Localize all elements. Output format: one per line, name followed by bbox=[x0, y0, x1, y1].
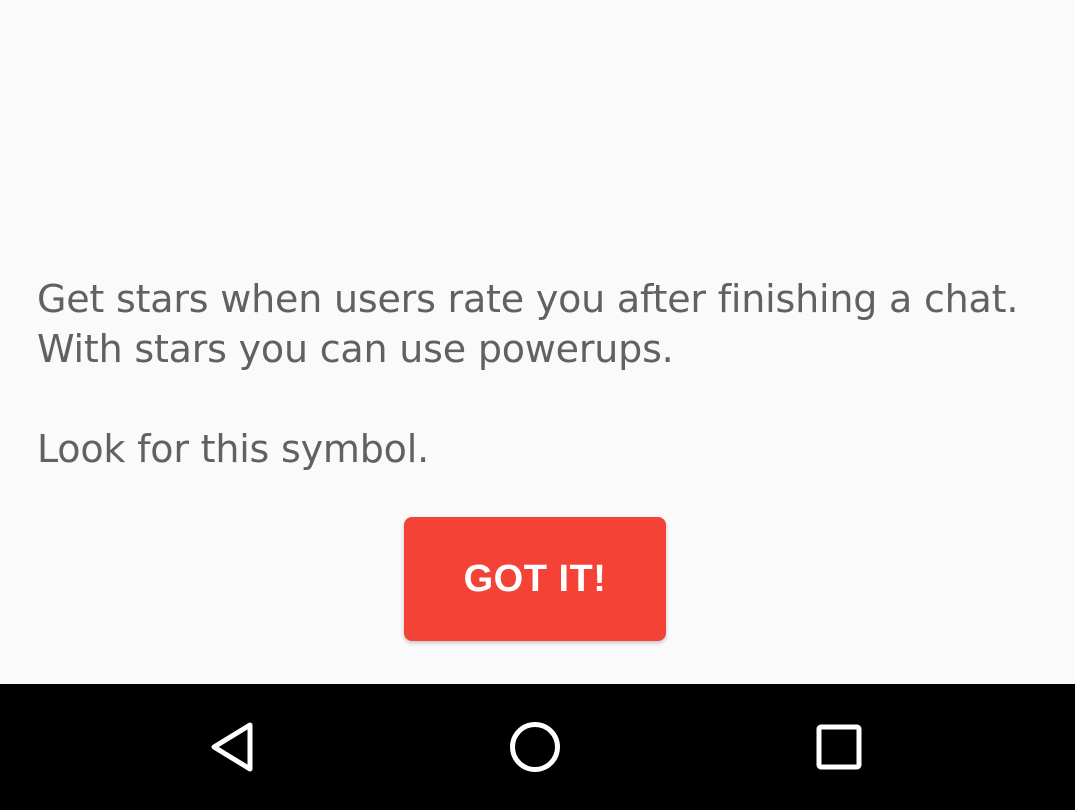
got-it-button[interactable]: GOT IT! bbox=[404, 517, 666, 641]
nav-back-button[interactable] bbox=[172, 684, 292, 810]
dialog-content: Get stars when users rate you after fini… bbox=[0, 0, 1075, 684]
message-line-2: With stars you can use powerups. bbox=[37, 327, 674, 371]
got-it-label: GOT IT! bbox=[463, 557, 607, 600]
back-triangle-icon bbox=[211, 722, 253, 772]
nav-recents-button[interactable] bbox=[779, 684, 899, 810]
nav-home-button[interactable] bbox=[475, 684, 595, 810]
message-spacer bbox=[37, 374, 1037, 424]
home-circle-icon bbox=[510, 722, 560, 772]
recents-square-icon bbox=[816, 724, 862, 770]
message-line-1: Get stars when users rate you after fini… bbox=[37, 277, 1019, 321]
message-line-3: Look for this symbol. bbox=[37, 427, 429, 471]
stars-explanation: Get stars when users rate you after fini… bbox=[37, 274, 1037, 474]
system-nav-bar bbox=[0, 684, 1075, 810]
